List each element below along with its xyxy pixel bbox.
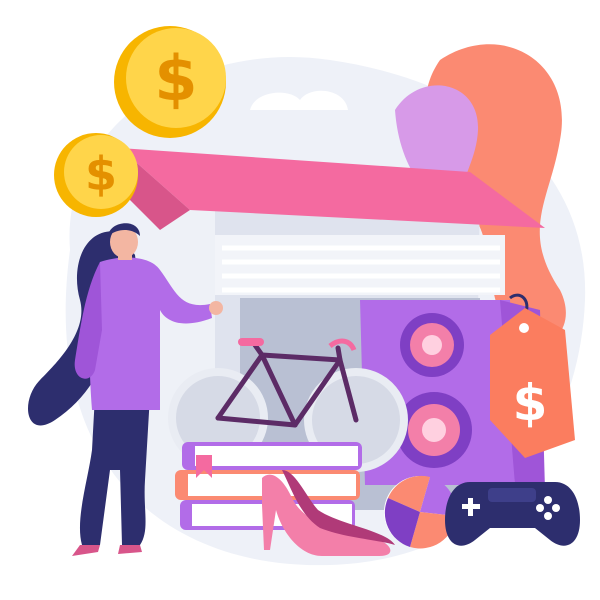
dollar-coin-icon: $ [114, 26, 226, 138]
beach-ball-icon [384, 475, 457, 549]
tag-dollar-symbol: $ [513, 374, 548, 432]
coin-dollar-symbol: $ [154, 42, 197, 115]
coin-dollar-symbol: $ [85, 147, 117, 201]
game-controller-icon [445, 482, 580, 546]
garage-sale-illustration: $ $ $ [28, 26, 586, 566]
dollar-coin-icon: $ [54, 133, 138, 217]
